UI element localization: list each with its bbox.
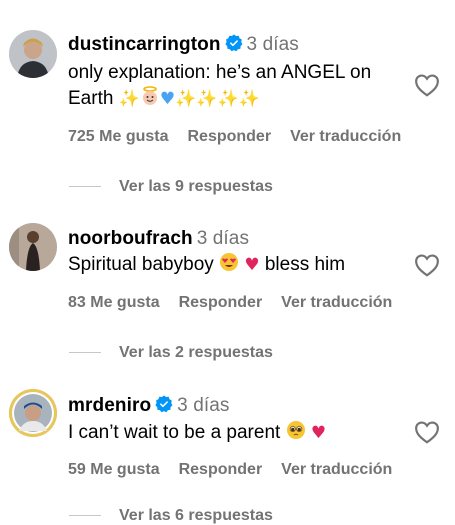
- comment-text: only explanation: he’s an ANGEL on Earth…: [68, 60, 408, 112]
- sparkles-icon: ✨: [175, 88, 197, 109]
- comment-actions: 59 Me gusta Responder Ver traducción: [68, 461, 411, 479]
- translate-button[interactable]: Ver traducción: [281, 461, 392, 478]
- comment-actions: 83 Me gusta Responder Ver traducción: [68, 294, 411, 312]
- red-heart-icon: ♥: [310, 422, 327, 443]
- comment-time[interactable]: 3 días: [197, 228, 249, 249]
- comment-header: mrdeniro 3 días: [68, 395, 230, 417]
- angel-icon: [140, 86, 160, 111]
- likes-count[interactable]: 59 Me gusta: [68, 461, 160, 478]
- comment-text: I can’t wait to be a parent ♥: [68, 420, 408, 446]
- blue-heart-icon: ♥: [159, 88, 176, 109]
- comment-text: Spiritual babyboy ♥ bless him: [68, 252, 408, 278]
- comment-header: dustincarrington 3 días: [68, 34, 299, 56]
- view-replies-button[interactable]: Ver las 9 respuestas: [69, 178, 273, 196]
- avatar[interactable]: [9, 389, 57, 437]
- replies-divider: [69, 186, 101, 188]
- sparkles-icon: ✨: [238, 88, 260, 109]
- username[interactable]: mrdeniro: [68, 395, 151, 416]
- reply-button[interactable]: Responder: [179, 461, 263, 478]
- reply-button[interactable]: Responder: [179, 294, 263, 311]
- likes-count[interactable]: 83 Me gusta: [68, 294, 160, 311]
- comment-time[interactable]: 3 días: [247, 34, 299, 55]
- pleading-face-icon: [286, 420, 306, 445]
- avatar[interactable]: [9, 30, 57, 78]
- verified-badge-icon: [155, 395, 173, 413]
- view-replies-button[interactable]: Ver las 6 respuestas: [69, 507, 273, 525]
- view-replies-button[interactable]: Ver las 2 respuestas: [69, 344, 273, 362]
- comment-header: noorboufrach 3 días: [68, 228, 249, 250]
- sparkles-icon: ✨: [196, 88, 218, 109]
- like-heart-icon[interactable]: [414, 420, 440, 444]
- translate-button[interactable]: Ver traducción: [290, 128, 401, 145]
- like-heart-icon[interactable]: [414, 253, 440, 277]
- like-heart-icon[interactable]: [414, 73, 440, 97]
- sparkles-icon: ✨: [217, 88, 239, 109]
- avatar[interactable]: [9, 223, 57, 271]
- comment-actions: 725 Me gusta Responder Ver traducción: [68, 128, 420, 146]
- comment-time[interactable]: 3 días: [177, 395, 229, 416]
- translate-button[interactable]: Ver traducción: [281, 294, 392, 311]
- username[interactable]: dustincarrington: [68, 34, 221, 55]
- red-heart-icon: ♥: [244, 254, 260, 275]
- reply-button[interactable]: Responder: [187, 128, 271, 145]
- replies-divider: [69, 515, 101, 517]
- likes-count[interactable]: 725 Me gusta: [68, 128, 168, 145]
- replies-divider: [69, 352, 101, 354]
- heart-eyes-icon: [219, 252, 239, 277]
- verified-badge-icon: [224, 34, 242, 52]
- sparkles-icon: ✨: [118, 88, 140, 109]
- username[interactable]: noorboufrach: [68, 228, 193, 249]
